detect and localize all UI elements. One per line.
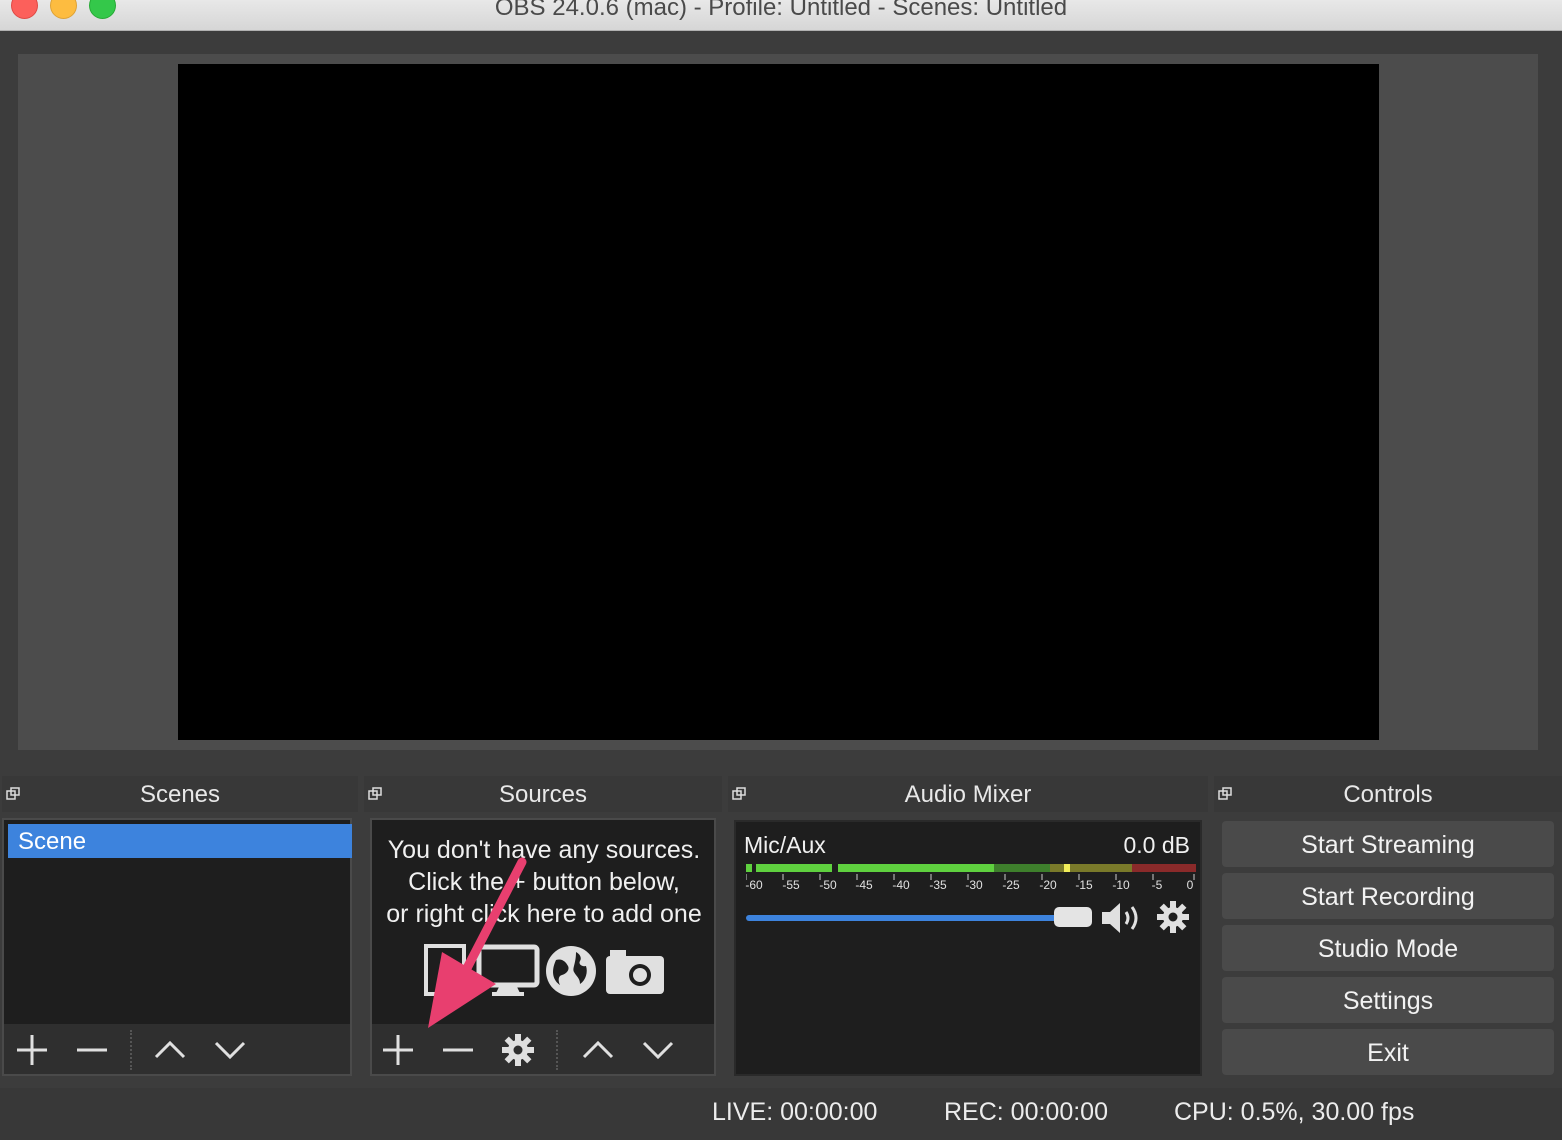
remove-source-button[interactable]: [438, 1032, 478, 1068]
toolbar-separator: [556, 1030, 558, 1070]
gear-icon[interactable]: [1156, 900, 1190, 934]
toolbar-separator: [130, 1030, 132, 1070]
chevron-down-icon: [642, 1041, 674, 1060]
empty-sources-hint-line-1: You don't have any sources.: [387, 836, 701, 864]
add-source-button[interactable]: [378, 1032, 418, 1068]
settings-button[interactable]: Settings: [1222, 977, 1554, 1023]
studio-mode-button[interactable]: Studio Mode: [1222, 925, 1554, 971]
start-streaming-button[interactable]: Start Streaming: [1222, 821, 1554, 867]
scenes-dock-header: Scenes: [2, 776, 358, 812]
tick-label: -25: [1002, 878, 1020, 892]
volume-meter: [746, 864, 1196, 872]
sources-list[interactable]: You don't have any sources. Click the + …: [370, 818, 716, 1076]
controls-dock: Controls Start Streaming Start Recording…: [1214, 776, 1562, 1078]
tick-label: -50: [819, 878, 837, 892]
audio-mixer-dock-header: Audio Mixer: [728, 776, 1208, 812]
chevron-up-icon: [154, 1040, 186, 1059]
tick-label: -20: [1039, 878, 1057, 892]
scenes-title: Scenes: [139, 781, 221, 808]
undock-icon[interactable]: [368, 787, 382, 801]
tick-label: 0: [1186, 878, 1194, 892]
exit-button[interactable]: Exit: [1222, 1029, 1554, 1075]
gear-icon: [502, 1034, 534, 1066]
minus-icon: [77, 1048, 107, 1052]
tick-label: -40: [892, 878, 910, 892]
camera-icon: [606, 950, 664, 994]
scene-list-item[interactable]: Scene: [8, 824, 352, 858]
image-icon: [424, 944, 466, 996]
chevron-up-icon: [582, 1040, 614, 1059]
speaker-mute-icon[interactable]: [1100, 900, 1146, 936]
move-source-up-button[interactable]: [578, 1032, 618, 1068]
window-title: OBS 24.0.6 (mac) - Profile: Untitled - S…: [494, 0, 1068, 21]
chevron-down-icon: [214, 1041, 246, 1060]
tick-label: -30: [965, 878, 983, 892]
audio-mixer-dock: Audio Mixer Mic/Aux 0.0 dB -60 -55 -50 -…: [728, 776, 1208, 1078]
sources-toolbar: [372, 1024, 714, 1074]
move-scene-up-button[interactable]: [150, 1032, 190, 1068]
undock-icon[interactable]: [1218, 787, 1232, 801]
tick-label: -60: [745, 878, 763, 892]
undock-icon[interactable]: [732, 787, 746, 801]
empty-sources-hint-line-2: Click the + button below,: [408, 868, 680, 896]
tick-label: -10: [1112, 878, 1130, 892]
move-scene-down-button[interactable]: [210, 1032, 250, 1068]
sources-title: Sources: [498, 781, 588, 808]
tick-label: -5: [1151, 878, 1163, 892]
tick-label: -15: [1075, 878, 1093, 892]
controls-dock-header: Controls: [1214, 776, 1562, 812]
scenes-toolbar: [4, 1024, 350, 1074]
volume-slider-handle[interactable]: [1054, 907, 1092, 927]
sources-dock-header: Sources: [364, 776, 722, 812]
cpu-status: CPU: 0.5%, 30.00 fps: [1174, 1098, 1415, 1126]
preview-canvas[interactable]: [178, 64, 1379, 740]
minus-icon: [443, 1048, 473, 1052]
move-source-down-button[interactable]: [638, 1032, 678, 1068]
add-scene-button[interactable]: [12, 1032, 52, 1068]
remove-scene-button[interactable]: [72, 1032, 112, 1068]
channel-level: 0.0 dB: [1123, 832, 1191, 858]
meter-scale: -60 -55 -50 -45 -40 -35 -30 -25 -20 -15 …: [745, 874, 1196, 896]
tick-label: -35: [929, 878, 947, 892]
monitor-icon: [476, 944, 540, 996]
channel-name: Mic/Aux: [744, 832, 826, 858]
status-bar: LIVE: 00:00:00 REC: 00:00:00 CPU: 0.5%, …: [0, 1088, 1562, 1140]
controls-title: Controls: [1343, 781, 1433, 808]
volume-slider-track[interactable]: [746, 915, 1066, 921]
scenes-list: Scene: [2, 818, 352, 1076]
audio-mixer-title: Audio Mixer: [904, 781, 1032, 808]
start-recording-button[interactable]: Start Recording: [1222, 873, 1554, 919]
empty-sources-hint-line-3: or right click here to add one: [386, 900, 702, 928]
rec-status: REC: 00:00:00: [944, 1098, 1108, 1126]
mixer-channel-mic-aux: Mic/Aux 0.0 dB -60 -55 -50 -45 -40 -35 -…: [734, 820, 1202, 1076]
scenes-dock: Scenes Scene: [2, 776, 358, 1078]
title-bar: OBS 24.0.6 (mac) - Profile: Untitled - S…: [0, 0, 1562, 31]
sources-dock: Sources You don't have any sources. Clic…: [364, 776, 722, 1078]
plus-icon: [17, 1035, 47, 1065]
tick-label: -55: [782, 878, 800, 892]
globe-icon: [546, 946, 596, 996]
tick-label: -45: [855, 878, 873, 892]
source-properties-button[interactable]: [498, 1032, 538, 1068]
undock-icon[interactable]: [6, 787, 20, 801]
plus-icon: [383, 1035, 413, 1065]
live-status: LIVE: 00:00:00: [712, 1098, 878, 1126]
